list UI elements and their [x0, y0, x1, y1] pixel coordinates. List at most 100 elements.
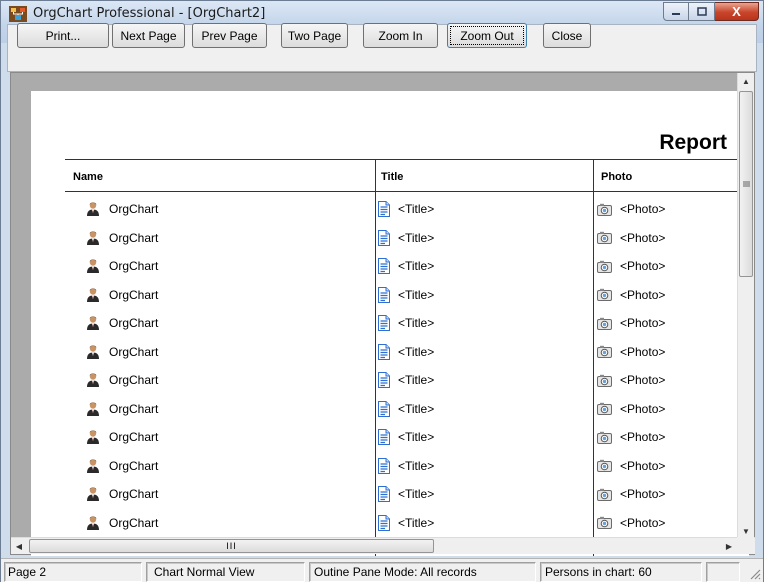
person-icon: [85, 372, 101, 388]
print-button[interactable]: Print...: [17, 23, 109, 48]
button-label: Print...: [45, 28, 81, 43]
title-cell: <Title>: [378, 281, 434, 309]
photo-cell-text: <Photo>: [620, 344, 666, 359]
scroll-corner: [737, 537, 754, 554]
minimize-icon: [672, 12, 680, 15]
vertical-scrollbar[interactable]: ▲ ▼: [737, 73, 754, 539]
camera-icon: [597, 488, 612, 501]
resize-grip-icon[interactable]: [747, 566, 761, 580]
name-cell: OrgChart: [85, 224, 158, 252]
person-icon: [85, 287, 101, 303]
camera-icon: [597, 288, 612, 301]
person-icon: [85, 429, 101, 445]
camera-icon: [597, 231, 612, 244]
table-row: OrgChart <Title> <Photo>: [31, 509, 749, 537]
prev-page-button[interactable]: Prev Page: [192, 23, 267, 48]
minimize-button[interactable]: [663, 2, 689, 21]
horizontal-scroll-thumb[interactable]: III: [29, 539, 434, 553]
person-icon: [85, 344, 101, 360]
column-header-photo: Photo: [601, 171, 633, 183]
app-window: OrgChart Professional - [OrgChart2] X Pr…: [0, 0, 764, 582]
name-cell: OrgChart: [85, 395, 158, 423]
name-cell: OrgChart: [85, 366, 158, 394]
title-cell-text: <Title>: [398, 230, 435, 245]
table-row: OrgChart <Title> <Photo>: [31, 281, 749, 309]
name-cell-text: OrgChart: [109, 401, 159, 416]
status-extra: [706, 562, 740, 582]
orgchart-app-icon[interactable]: [9, 6, 27, 22]
name-cell: OrgChart: [85, 309, 158, 337]
photo-cell: <Photo>: [597, 224, 665, 252]
zoom-out-button[interactable]: Zoom Out: [447, 23, 527, 48]
title-cell-text: <Title>: [398, 287, 435, 302]
maximize-button[interactable]: [689, 2, 715, 21]
photo-cell-text: <Photo>: [620, 401, 666, 416]
title-cell-text: <Title>: [398, 202, 435, 216]
table-row: OrgChart <Title> <Photo>: [31, 224, 749, 252]
person-icon: [85, 515, 101, 531]
camera-icon: [597, 317, 612, 330]
title-cell: <Title>: [378, 395, 434, 423]
camera-icon: [597, 431, 612, 444]
table-row: OrgChart <Title> <Photo>: [31, 452, 749, 480]
camera-icon: [597, 345, 612, 358]
grip-icon: [742, 181, 750, 187]
document-icon: [378, 429, 390, 445]
close-icon: X: [732, 4, 741, 19]
status-mode: Outine Pane Mode: All records: [309, 562, 536, 582]
document-icon: [378, 315, 390, 331]
person-icon: [85, 401, 101, 417]
name-cell-text: OrgChart: [109, 259, 159, 273]
title-cell-text: <Title>: [398, 316, 435, 330]
vertical-scroll-thumb[interactable]: [739, 91, 753, 277]
photo-cell-text: <Photo>: [620, 259, 666, 273]
camera-icon: [597, 402, 612, 415]
name-cell: OrgChart: [85, 423, 158, 451]
scroll-up-icon[interactable]: ▲: [738, 73, 754, 89]
name-cell: OrgChart: [85, 338, 158, 366]
photo-cell: <Photo>: [597, 452, 665, 480]
two-page-button[interactable]: Two Page: [281, 23, 348, 48]
table-row: OrgChart <Title> <Photo>: [31, 338, 749, 366]
print-preview-area[interactable]: Report Name Title Photo OrgChart <Title> <…: [10, 72, 755, 556]
next-page-button[interactable]: Next Page: [112, 23, 185, 48]
document-icon: [378, 486, 390, 502]
name-cell-text: OrgChart: [109, 202, 159, 216]
status-bar: Page 2 Chart Normal View Outine Pane Mod…: [1, 558, 763, 582]
title-cell-text: <Title>: [398, 487, 435, 501]
document-icon: [378, 286, 390, 303]
name-cell-text: OrgChart: [109, 287, 159, 302]
scroll-right-icon[interactable]: ▶: [721, 538, 737, 554]
maximize-icon: [696, 7, 707, 16]
title-cell: <Title>: [378, 509, 434, 537]
photo-cell-text: <Photo>: [620, 230, 666, 245]
name-cell-text: OrgChart: [109, 430, 159, 444]
title-cell: <Title>: [378, 452, 434, 480]
column-header-title: Title: [381, 171, 404, 183]
title-cell: <Title>: [378, 195, 434, 223]
horizontal-scrollbar[interactable]: ◀ III ▶: [11, 537, 755, 554]
report-title: Report: [659, 131, 727, 154]
photo-cell: <Photo>: [597, 395, 665, 423]
photo-cell: <Photo>: [597, 195, 665, 223]
button-label: Zoom In: [378, 28, 423, 43]
close-button[interactable]: Close: [543, 23, 591, 48]
photo-cell: <Photo>: [597, 338, 665, 366]
window-close-button[interactable]: X: [715, 2, 759, 21]
photo-cell: <Photo>: [597, 366, 665, 394]
title-cell: <Title>: [378, 338, 434, 366]
person-icon: [85, 201, 101, 217]
button-label: Prev Page: [201, 28, 258, 43]
camera-icon: [597, 374, 612, 387]
zoom-in-button[interactable]: Zoom In: [363, 23, 438, 48]
photo-cell: <Photo>: [597, 309, 665, 337]
title-cell-text: <Title>: [398, 458, 435, 473]
table-row: OrgChart <Title> <Photo>: [31, 395, 749, 423]
button-label: Two Page: [287, 28, 342, 43]
title-cell-text: <Title>: [398, 430, 435, 444]
person-icon: [85, 458, 101, 474]
report-page: Report Name Title Photo OrgChart <Title> <…: [31, 91, 749, 556]
person-icon: [85, 486, 101, 502]
person-icon: [85, 315, 101, 331]
scroll-left-icon[interactable]: ◀: [11, 538, 27, 554]
